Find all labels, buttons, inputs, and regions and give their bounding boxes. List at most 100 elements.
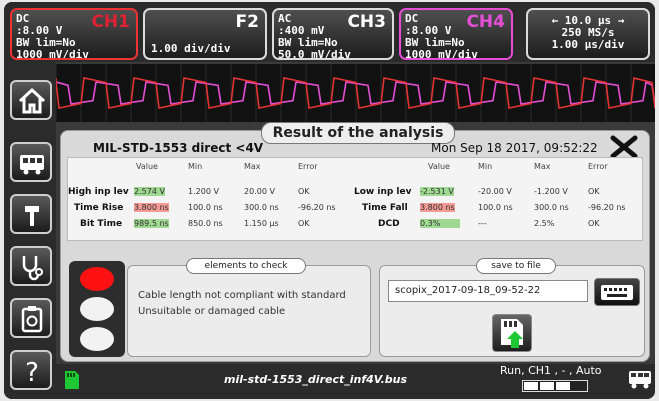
row-min: --- <box>478 219 487 228</box>
element-message: Cable length not compliant with standard <box>138 290 346 301</box>
row-label: Time Fall <box>362 203 408 213</box>
timebase-box[interactable]: ← 10.0 µs → 250 MS/s 1.00 µs/div <box>526 8 650 60</box>
row-error: -96.20 ns <box>298 203 336 212</box>
channel-4-box[interactable]: DC :8.00 V BW lim=No 1000 mV/div CH4 <box>399 8 513 60</box>
waveform-display[interactable] <box>55 64 655 122</box>
row-max: 2.5% <box>534 219 555 228</box>
diagnostic-button[interactable] <box>10 246 52 286</box>
bus-icon <box>20 155 44 175</box>
home-button[interactable] <box>10 80 52 120</box>
oscilloscope-screen: DC :8.00 V BW lim=No 1000 mV/div CH1 F2 … <box>0 0 659 401</box>
filename-field[interactable]: scopix_2017-09-18_09-52-22 <box>388 280 588 302</box>
sd-card-save-icon <box>501 319 523 348</box>
battery-segment <box>556 382 570 390</box>
row-min: -20.00 V <box>478 187 512 196</box>
ch1-scale: 1000 mV/div <box>16 48 89 60</box>
stethoscope-icon <box>22 256 43 281</box>
channel-bar: DC :8.00 V BW lim=No 1000 mV/div CH1 F2 … <box>4 2 655 62</box>
save-title: save to file <box>476 258 556 274</box>
white-light <box>80 297 114 321</box>
channel-1-box[interactable]: DC :8.00 V BW lim=No 1000 mV/div CH1 <box>10 8 138 60</box>
report-button[interactable] <box>10 298 52 338</box>
run-status[interactable]: Run, CH1 , - , Auto <box>500 364 602 377</box>
row-value: 3.800 ns <box>134 203 169 212</box>
ch4-scale: 1000 mV/div <box>405 48 478 60</box>
row-value: 2.574 V <box>134 187 165 196</box>
result-dialog: Result of the analysis MIL-STD-1553 dire… <box>60 122 650 362</box>
row-error: OK <box>298 187 310 196</box>
red-light <box>80 267 114 291</box>
row-label: Low inp lev <box>354 187 412 197</box>
row-error: OK <box>298 219 310 228</box>
close-icon <box>610 135 638 159</box>
probe-icon <box>25 206 39 226</box>
clipboard-icon <box>21 306 43 333</box>
white-light <box>80 327 114 351</box>
col-min: Min <box>188 162 203 171</box>
help-icon: ? <box>25 358 39 386</box>
analysis-datetime: Mon Sep 18 2017, 09:52:22 <box>431 141 598 155</box>
results-table: Value Min Max Error Value Min Max Error … <box>67 157 643 241</box>
row-label: Bit Time <box>80 219 123 229</box>
channel-3-box[interactable]: AC :400 mV BW lim=No 50.0 mV/div CH3 <box>272 8 394 60</box>
waveform-traces <box>55 64 655 122</box>
col-max: Max <box>244 162 261 171</box>
element-message: Unsuitable or damaged cable <box>138 306 286 317</box>
row-max: -1.200 V <box>534 187 568 196</box>
help-button[interactable]: ? <box>10 350 52 390</box>
row-min: 850.0 ns <box>188 219 223 228</box>
timebase-tdiv: 1.00 µs/div <box>551 38 625 51</box>
battery-segment <box>540 382 554 390</box>
row-min: 100.0 ns <box>188 203 223 212</box>
battery-segment <box>524 382 538 390</box>
display-frame: DC :8.00 V BW lim=No 1000 mV/div CH1 F2 … <box>4 2 655 399</box>
row-label: DCD <box>378 219 400 229</box>
elements-to-check-panel: elements to check Cable length not compl… <box>127 258 371 357</box>
probe-button[interactable] <box>10 194 52 234</box>
save-to-file-panel: save to file scopix_2017-09-18_09-52-22 <box>379 258 645 357</box>
bus-file-name: mil-std-1553_direct_inf4V.bus <box>224 373 408 386</box>
bus-icon <box>629 371 651 389</box>
row-min: 100.0 ns <box>478 203 513 212</box>
status-bar: mil-std-1553_direct_inf4V.bus Run, CH1 ,… <box>56 364 655 399</box>
elements-title: elements to check <box>186 258 306 274</box>
ch3-scale: 50.0 mV/div <box>278 48 351 60</box>
row-max: 20.00 V <box>244 187 275 196</box>
row-min: 1.200 V <box>188 187 219 196</box>
row-value: 3.800 ns <box>420 203 455 212</box>
ch3-label: CH3 <box>347 12 386 32</box>
standard-name: MIL-STD-1553 direct <4V <box>93 141 264 155</box>
f2-scale: 1.00 div/div <box>151 42 231 55</box>
row-error: OK <box>588 219 600 228</box>
save-button[interactable] <box>492 314 532 352</box>
battery-indicator <box>522 380 588 392</box>
col-error: Error <box>298 162 318 171</box>
bus-status-button[interactable] <box>628 368 652 394</box>
row-error: -96.20 ns <box>588 203 626 212</box>
row-value: -2.531 V <box>420 187 454 196</box>
row-label: Time Rise <box>74 203 124 213</box>
ch4-label: CH4 <box>466 12 505 32</box>
function-2-box[interactable]: F2 1.00 div/div <box>143 8 267 60</box>
f2-label: F2 <box>235 12 259 32</box>
col-error-right: Error <box>588 162 608 171</box>
row-value: 989.5 ns <box>134 219 169 228</box>
col-value: Value <box>136 162 158 171</box>
sd-card-icon <box>65 371 79 389</box>
col-max-right: Max <box>534 162 551 171</box>
row-max: 300.0 ns <box>244 203 279 212</box>
bus-button[interactable] <box>10 142 52 182</box>
left-sidebar: ? <box>4 62 56 399</box>
row-max: 300.0 ns <box>534 203 569 212</box>
traffic-light <box>69 261 125 357</box>
row-max: 1.150 µs <box>244 219 279 228</box>
keyboard-button[interactable] <box>594 278 640 306</box>
keyboard-icon <box>601 285 633 300</box>
col-min-right: Min <box>478 162 493 171</box>
row-error: OK <box>588 187 600 196</box>
row-label: High inp lev <box>68 187 129 197</box>
home-icon <box>18 87 46 114</box>
dialog-title: Result of the analysis <box>261 122 455 144</box>
svg-text:?: ? <box>25 358 39 386</box>
col-value-right: Value <box>428 162 450 171</box>
